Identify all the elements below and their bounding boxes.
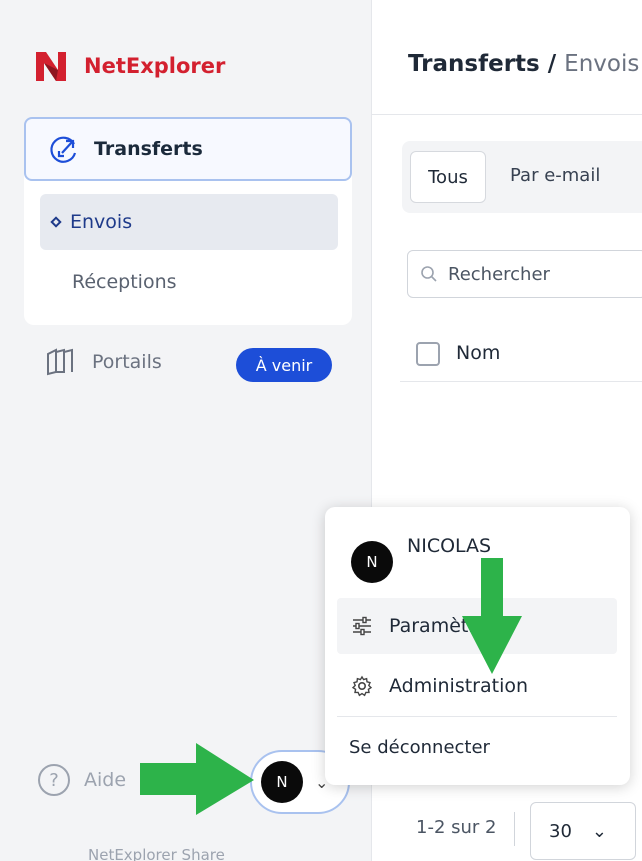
breadcrumb: Transferts / Envois (408, 51, 639, 77)
chevron-down-icon: ⌄ (591, 820, 607, 842)
help-icon: ? (38, 764, 70, 796)
transfer-icon (50, 136, 77, 163)
menu-divider (337, 716, 617, 717)
help-label: Aide (84, 769, 127, 791)
sidebar: NetExplorer Transferts Envois Réceptions… (0, 0, 372, 861)
diamond-icon (50, 216, 62, 228)
menu-item-label: Administration (389, 675, 529, 697)
help-link[interactable]: ? Aide (38, 764, 126, 796)
portal-icon (47, 348, 73, 376)
coming-soon-badge: À venir (236, 348, 332, 382)
header-divider (372, 114, 642, 115)
gear-icon (351, 675, 373, 697)
user-name: NICOLAS (407, 535, 492, 557)
menu-item-logout[interactable]: Se déconnecter (349, 737, 490, 758)
page-size-value: 30 (549, 820, 572, 842)
transfers-nav-group: Transferts Envois Réceptions (24, 117, 352, 325)
search-icon (421, 266, 437, 282)
breadcrumb-section[interactable]: Transferts (408, 51, 540, 77)
sidebar-item-portails[interactable]: Portails (44, 346, 162, 378)
logo[interactable]: NetExplorer (34, 48, 225, 84)
page-size-select[interactable]: 30 ⌄ (530, 802, 636, 860)
pagination-range: 1-2 sur 2 (416, 817, 497, 838)
select-all-checkbox[interactable] (416, 342, 440, 366)
breadcrumb-current: Envois (564, 51, 640, 77)
sidebar-item-label: Portails (92, 351, 162, 373)
sidebar-item-envois[interactable]: Envois (40, 194, 338, 250)
tab-by-email[interactable]: Par e-mail (510, 165, 600, 186)
tab-all[interactable]: Tous (410, 151, 486, 203)
sidebar-item-receptions[interactable]: Réceptions (72, 271, 177, 293)
avatar: N (261, 761, 303, 803)
arrow-down-icon (462, 558, 522, 674)
sidebar-item-label: Envois (70, 211, 133, 233)
sliders-icon (353, 616, 371, 636)
app-footer: NetExplorer Share (88, 846, 225, 861)
filter-tabs: Tous Par e-mail (402, 141, 642, 213)
sidebar-item-transferts[interactable]: Transferts (24, 117, 352, 181)
column-header-name[interactable]: Nom (456, 342, 500, 364)
breadcrumb-separator: / (539, 51, 565, 77)
pagination-divider (514, 812, 515, 846)
arrow-right-icon (140, 743, 254, 815)
brand-name: NetExplorer (84, 54, 226, 78)
avatar: N (351, 541, 393, 583)
search-input[interactable]: Rechercher (407, 250, 642, 298)
table-header: Nom (400, 330, 642, 382)
search-placeholder: Rechercher (448, 263, 550, 285)
netexplorer-logo-icon (36, 52, 66, 81)
sidebar-item-label: Transferts (94, 138, 203, 160)
